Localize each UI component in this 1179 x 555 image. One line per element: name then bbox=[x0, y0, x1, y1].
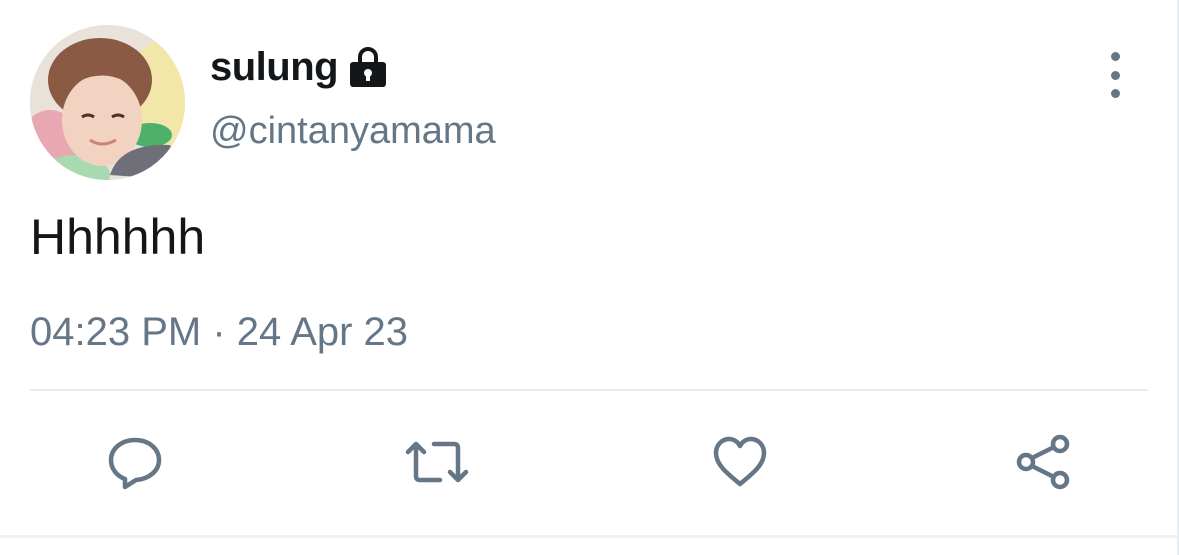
tweet-card: sulung @cintanyamama Hhhhhh 04:23 PM · 2… bbox=[0, 0, 1179, 555]
like-button[interactable] bbox=[708, 432, 772, 496]
comment-bubble-icon bbox=[105, 432, 165, 497]
timestamp-row: 04:23 PM · 24 Apr 23 bbox=[30, 310, 408, 355]
display-name-row: sulung bbox=[210, 42, 388, 92]
lock-icon bbox=[348, 45, 388, 89]
tweet-time: 04:23 PM bbox=[30, 310, 202, 354]
retweet-button[interactable] bbox=[405, 432, 469, 496]
tweet-date: 24 Apr 23 bbox=[236, 310, 409, 354]
heart-icon bbox=[710, 432, 770, 497]
more-options-button[interactable] bbox=[1098, 52, 1132, 98]
timestamp-separator: · bbox=[212, 310, 226, 354]
divider bbox=[30, 389, 1148, 391]
reply-button[interactable] bbox=[103, 432, 167, 496]
user-handle[interactable]: @cintanyamama bbox=[210, 110, 496, 153]
bottom-border bbox=[0, 535, 1179, 538]
more-dot-icon bbox=[1110, 52, 1120, 61]
avatar-image bbox=[30, 25, 185, 180]
avatar[interactable] bbox=[30, 25, 185, 180]
retweet-arrows-icon bbox=[404, 432, 470, 497]
more-dot-icon bbox=[1110, 70, 1120, 80]
display-name[interactable]: sulung bbox=[210, 45, 339, 90]
share-button[interactable] bbox=[1012, 432, 1076, 496]
tweet-text: Hhhhhh bbox=[30, 209, 206, 265]
share-nodes-icon bbox=[1014, 432, 1074, 497]
more-dot-icon bbox=[1110, 89, 1120, 98]
